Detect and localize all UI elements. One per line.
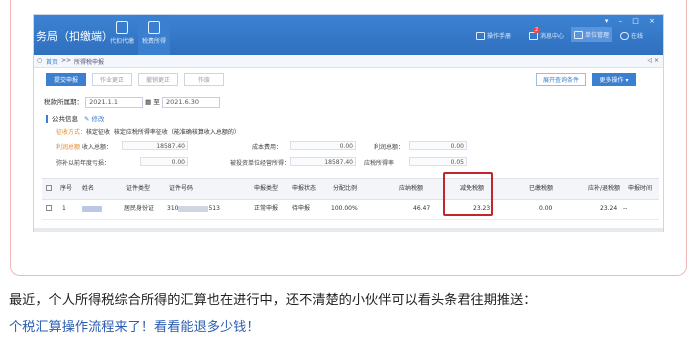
col-status: 申报状态 — [292, 185, 317, 192]
breadcrumb-home[interactable]: 首页 — [46, 57, 58, 66]
nav-tax-income[interactable]: 税费所得 — [138, 15, 171, 55]
highlight-reduction-box — [443, 172, 493, 216]
cell-name-redacted — [82, 199, 102, 219]
col-id-type: 证件类型 — [126, 185, 151, 192]
col-index: 序号 — [60, 185, 73, 192]
cell-id-type: 居民身份证 — [124, 205, 155, 212]
tool-unit-manage-label: 单位管理 — [585, 32, 610, 39]
col-refund: 应补/退税额 — [588, 185, 621, 192]
tool-messages-label: 消息中心 — [540, 33, 565, 40]
cost-label: 成本费用： — [252, 144, 283, 151]
home-icon[interactable]: ○ — [37, 57, 42, 64]
invest-income-field: 18587.40 — [290, 157, 356, 166]
nav-withholding[interactable]: 代扣代缴 — [110, 21, 134, 45]
doc-icon — [116, 21, 128, 34]
cell-refund: 23.24 — [600, 205, 618, 212]
col-ratio: 分配比例 — [333, 185, 358, 192]
income-label: 收入总额： — [82, 144, 113, 151]
breadcrumb-sep: >> — [61, 57, 72, 64]
cell-status: 待申报 — [292, 205, 311, 212]
period-label: 税款所属期： — [44, 98, 83, 106]
rate-label: 应税所得率 — [364, 160, 395, 167]
cell-ratio: 100.00% — [331, 205, 358, 212]
loss-field: 0.00 — [140, 157, 188, 166]
nav-withholding-label: 代扣代缴 — [110, 38, 135, 45]
col-id-no: 证件号码 — [169, 185, 194, 192]
id-no-prefix: 310 — [167, 205, 179, 212]
edit-label: 修改 — [91, 115, 105, 123]
tab-close-controls[interactable]: ◁ × — [647, 57, 659, 64]
profit-total-field: 0.00 — [409, 141, 467, 150]
cell-decl-type: 正常申报 — [254, 205, 279, 212]
collect-label: 征收方式： — [56, 129, 87, 136]
table-row[interactable]: 1 居民身份证 310 513 正常申报 待申报 100.00% 46.47 23… — [42, 199, 659, 220]
public-info-title: 公共信息 — [52, 115, 78, 123]
article-text: 最近，个人所得税综合所得的汇算也在进行中，还不清楚的小伙伴可以看头条君往期推送： — [9, 293, 537, 308]
stack-icon — [148, 21, 160, 34]
period-to: 至 — [153, 98, 160, 106]
tool-unit-manage[interactable]: 单位管理 — [571, 27, 613, 42]
public-info-heading: 公共信息 ✎ 修改 — [46, 113, 105, 123]
col-time: 申报时间 — [628, 185, 653, 192]
col-paid: 已缴税额 — [529, 185, 554, 192]
collect-method-line: 征收方式：核定征收 核定应税所得率征收（能准确核算收入总额的） — [56, 127, 240, 136]
article-link[interactable]: 个税汇算操作流程来了！看看能退多少钱！ — [9, 320, 260, 335]
app-titlebar: 务局（扣缴端） 代扣代缴 税费所得 操作手册 2 消息中心 单位管理 在线 ▾ … — [34, 15, 663, 55]
col-decl-type: 申报类型 — [254, 185, 279, 192]
cell-paid: 0.00 — [539, 205, 553, 212]
tool-messages[interactable]: 2 消息中心 — [529, 27, 565, 40]
cell-time: -- — [623, 205, 628, 212]
table-header: 序号 姓名 证件类型 证件号码 申报类型 申报状态 分配比例 应纳税额 减免税额… — [42, 178, 659, 200]
tax-period: 税款所属期： 2021.1.1 ▦ 至 2021.6.30 — [44, 96, 220, 108]
col-name: 姓名 — [82, 185, 95, 192]
chat-icon — [620, 31, 629, 40]
nav-tax-income-label: 税费所得 — [142, 38, 167, 45]
tool-online[interactable]: 在线 — [620, 31, 643, 40]
void-button[interactable]: 作废 — [184, 73, 224, 86]
col-tax-payable: 应纳税额 — [399, 185, 424, 192]
cell-index: 1 — [62, 205, 66, 212]
row-checkbox[interactable] — [46, 205, 52, 211]
book-icon — [476, 31, 485, 40]
edit-link[interactable]: ✎ 修改 — [84, 115, 105, 123]
select-all-checkbox[interactable] — [46, 185, 52, 191]
section-bar — [46, 115, 48, 123]
breadcrumb-current: 所得税申报 — [74, 59, 105, 66]
tool-manual-label: 操作手册 — [487, 33, 512, 40]
tool-manual[interactable]: 操作手册 — [476, 31, 511, 40]
tool-online-label: 在线 — [631, 33, 644, 40]
cell-id-no: 310 513 — [167, 199, 220, 219]
action-toolbar: 提交申报 作业更正 撤销更正 作废 展开查询条件 更多操作 ▾ — [44, 73, 655, 87]
period-end-field[interactable]: 2021.6.30 — [161, 96, 220, 108]
expand-query-button[interactable]: 展开查询条件 — [536, 73, 586, 86]
collect-detail: 核定应税所得率征收（能准确核算收入总额的） — [113, 129, 240, 136]
collect-value: 核定征收 — [86, 129, 111, 136]
cost-field: 0.00 — [290, 141, 356, 150]
window-controls[interactable]: ▾ – □ × — [605, 17, 659, 25]
breadcrumb: ○ 首页 >> 所得税申报 ◁ × — [34, 55, 663, 68]
more-actions-button[interactable]: 更多操作 ▾ — [592, 73, 636, 86]
building-icon — [574, 30, 583, 39]
invest-income-label: 被投资单位经营所得： — [230, 160, 291, 167]
article-paragraph: 最近，个人所得税综合所得的汇算也在进行中，还不清楚的小伙伴可以看头条君往期推送：… — [9, 287, 693, 341]
calendar-icon[interactable]: ▦ — [145, 98, 151, 106]
loss-label: 弥补以前年度亏损： — [56, 160, 111, 167]
submit-declaration-button[interactable]: 提交申报 — [46, 73, 86, 86]
profit-total-label: 利润总额： — [374, 144, 405, 151]
profit-label: 利润总额 — [56, 144, 81, 151]
tax-app-window: 务局（扣缴端） 代扣代缴 税费所得 操作手册 2 消息中心 单位管理 在线 ▾ … — [33, 14, 664, 232]
cell-tax-payable: 46.47 — [413, 205, 431, 212]
undo-correct-button[interactable]: 撤销更正 — [138, 73, 178, 86]
horizontal-scrollbar[interactable] — [34, 228, 663, 232]
period-start-field[interactable]: 2021.1.1 — [85, 96, 144, 108]
correct-button[interactable]: 作业更正 — [92, 73, 132, 86]
message-count-badge: 2 — [533, 27, 541, 33]
income-field: 18587.40 — [122, 141, 188, 150]
id-no-suffix: 513 — [208, 205, 220, 212]
app-title: 务局（扣缴端） — [36, 30, 113, 43]
rate-field: 0.05 — [409, 157, 467, 166]
